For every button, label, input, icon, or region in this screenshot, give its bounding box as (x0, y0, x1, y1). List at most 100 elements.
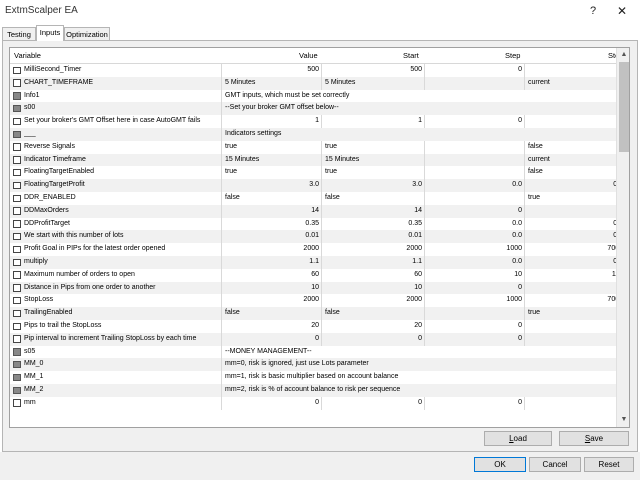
row-value[interactable]: 60 (221, 268, 321, 282)
table-row[interactable]: DDR_ENABLED false false true (10, 191, 616, 205)
row-step[interactable]: 1000 (424, 243, 524, 256)
row-start[interactable]: 5 Minutes (321, 76, 424, 90)
row-start[interactable]: 500 (321, 64, 424, 77)
table-row[interactable]: DDMaxOrders141400 (10, 204, 623, 218)
row-value[interactable]: 0.35 (221, 217, 321, 231)
table-row[interactable]: Pips to trail the StopLoss202000 (10, 319, 623, 333)
row-value[interactable]: 3.0 (221, 179, 321, 192)
row-start[interactable]: true (321, 140, 424, 154)
row-start[interactable]: 0 (321, 332, 424, 346)
row-stop[interactable]: false (524, 166, 627, 180)
row-checkbox[interactable] (13, 79, 21, 87)
row-stop[interactable]: 0 (524, 64, 627, 77)
row-value[interactable]: 14 (221, 204, 321, 218)
row-start[interactable]: 10 (321, 281, 424, 295)
row-checkbox[interactable] (13, 373, 21, 382)
row-checkbox[interactable] (13, 309, 21, 318)
table-row[interactable]: CHART_TIMEFRAME 5 Minutes 5 Minutes current (10, 76, 616, 90)
row-value-text[interactable]: Indicators settings (221, 127, 616, 141)
row-stop[interactable]: 0.0 (524, 255, 627, 269)
row-start[interactable]: false (321, 307, 424, 320)
row-stop[interactable]: 7000 (524, 243, 627, 256)
cancel-button[interactable]: Cancel (529, 457, 581, 472)
row-value[interactable]: 10 (221, 281, 321, 295)
row-stop[interactable]: 0 (524, 115, 627, 128)
row-checkbox[interactable] (13, 117, 21, 126)
row-checkbox[interactable] (13, 386, 21, 395)
row-value-text[interactable]: --Set your broker GMT offset below-- (221, 102, 616, 116)
save-button[interactable]: Save (559, 431, 629, 446)
row-checkbox[interactable] (13, 220, 21, 228)
table-row[interactable]: s00 --Set your broker GMT offset below-- (10, 102, 616, 116)
row-stop[interactable]: 0.0 (524, 217, 627, 231)
row-stop[interactable]: 0 (524, 281, 627, 295)
table-row[interactable]: Indicator Timeframe 15 Minutes 15 Minutes c… (10, 153, 616, 167)
table-row[interactable]: MilliSecond_Timer50050000 (10, 64, 623, 77)
row-step[interactable]: 0 (424, 64, 524, 77)
row-start[interactable]: 0.01 (321, 230, 424, 244)
row-step[interactable]: 0.0 (424, 179, 524, 192)
row-value-text[interactable]: mm=1, risk is basic multiplier based on … (221, 371, 616, 384)
row-checkbox[interactable] (13, 181, 21, 190)
table-row[interactable]: s05 --MONEY MANAGEMENT-- (10, 345, 616, 359)
row-step[interactable] (424, 76, 524, 90)
row-stop[interactable]: false (524, 140, 627, 154)
row-checkbox[interactable] (13, 360, 21, 369)
row-stop[interactable]: 0 (524, 319, 627, 333)
table-row[interactable]: MM_2 mm=2, risk is % of account balance t… (10, 383, 616, 397)
row-stop[interactable]: true (524, 191, 627, 205)
row-stop[interactable]: current (524, 153, 627, 167)
row-start[interactable]: true (321, 166, 424, 180)
row-step[interactable] (424, 191, 524, 205)
table-row[interactable]: FloatingTargetProfit3.03.00.00.0 (10, 179, 623, 192)
table-row[interactable]: Maximum number of orders to open60601011… (10, 268, 623, 282)
header-start[interactable]: Start (403, 51, 419, 60)
table-row[interactable]: We start with this number of lots 0.01 0.0… (10, 230, 623, 244)
row-start[interactable]: 0.35 (321, 217, 424, 231)
row-step[interactable] (424, 307, 524, 320)
table-row[interactable]: TrailingEnabled false false true (10, 307, 616, 320)
row-checkbox[interactable] (13, 66, 21, 75)
row-checkbox[interactable] (13, 232, 21, 241)
row-checkbox[interactable] (13, 207, 21, 215)
reset-button[interactable]: Reset (584, 457, 634, 472)
row-step[interactable]: 0.0 (424, 230, 524, 244)
row-value[interactable]: 0 (221, 396, 321, 410)
row-value[interactable]: 1.1 (221, 255, 321, 269)
row-step[interactable]: 0 (424, 319, 524, 333)
row-stop[interactable]: 0.0 (524, 179, 627, 192)
row-checkbox[interactable] (13, 168, 21, 177)
row-stop[interactable]: current (524, 76, 627, 90)
table-row[interactable]: MM_1 mm=1, risk is basic multiplier based… (10, 371, 616, 384)
row-checkbox[interactable] (13, 130, 21, 139)
row-value[interactable]: 2000 (221, 294, 321, 308)
row-stop[interactable]: 0 (524, 204, 627, 218)
row-value[interactable]: false (221, 307, 321, 320)
row-start[interactable]: 2000 (321, 243, 424, 256)
row-checkbox[interactable] (13, 258, 21, 267)
tab-testing[interactable]: Testing (2, 27, 36, 41)
table-row[interactable]: FloatingTargetEnabled true true false (10, 166, 616, 180)
row-value[interactable]: 15 Minutes (221, 153, 321, 167)
row-stop[interactable]: 0.0 (524, 230, 627, 244)
row-step[interactable] (424, 140, 524, 154)
row-step[interactable]: 10 (424, 268, 524, 282)
help-icon[interactable]: ? (585, 3, 601, 19)
tab-inputs[interactable]: Inputs (36, 25, 64, 41)
row-step[interactable] (424, 153, 524, 167)
row-stop[interactable]: 110 (524, 268, 627, 282)
table-row[interactable]: Set your broker's GMT Offset here in cas… (10, 115, 623, 128)
table-row[interactable]: multiply1.11.10.00.0 (10, 255, 623, 269)
row-step[interactable]: 0.0 (424, 255, 524, 269)
row-value[interactable]: true (221, 166, 321, 180)
table-row[interactable]: MM_0 mm=0, risk is ignored, just use Lots… (10, 358, 616, 372)
row-stop[interactable]: 7000 (524, 294, 627, 308)
header-variable[interactable]: Variable (14, 51, 41, 60)
table-row[interactable]: StopLoss2000200010007000 (10, 294, 623, 308)
row-step[interactable]: 0 (424, 204, 524, 218)
row-checkbox[interactable] (13, 245, 21, 254)
row-step[interactable]: 0 (424, 396, 524, 410)
row-stop[interactable]: 0 (524, 332, 627, 346)
row-step[interactable] (424, 166, 524, 180)
tab-optimization[interactable]: Optimization (64, 27, 110, 41)
